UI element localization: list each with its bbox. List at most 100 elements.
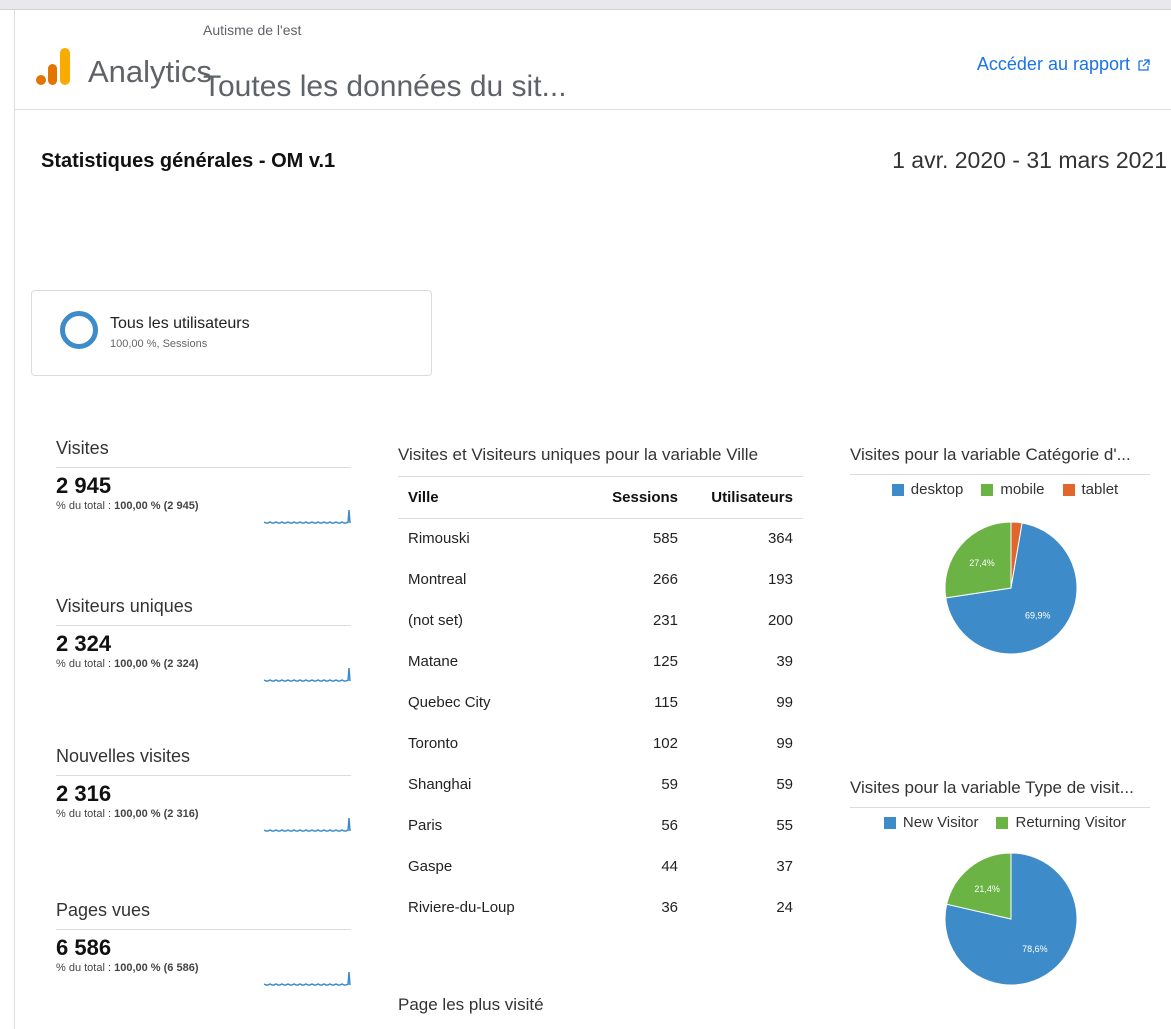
sparkline [264, 971, 351, 986]
cell-users: 99 [776, 694, 793, 711]
cell-users: 37 [776, 858, 793, 875]
metric-new-visits: Nouvelles visites 2 316 % du total : 100… [56, 746, 351, 832]
device-category-chart: Visites pour la variable Catégorie d'...… [850, 445, 1150, 674]
cell-city: Montreal [408, 571, 467, 588]
table-row: Montreal 266 193 [398, 559, 803, 600]
legend-swatch [891, 483, 904, 496]
table-row: Toronto 102 99 [398, 723, 803, 764]
cell-sessions: 44 [661, 858, 678, 875]
table-row: Paris 56 55 [398, 805, 803, 846]
report-card: Analytics Autisme de l'est Toutes les do… [14, 10, 1171, 1029]
access-report-label: Accéder au rapport [976, 54, 1130, 74]
cell-users: 39 [776, 653, 793, 670]
segment-name: Tous les utilisateurs [110, 315, 250, 332]
segment-detail: 100,00 %, Sessions [110, 338, 208, 350]
sparkline [264, 667, 351, 682]
cell-users: 99 [776, 735, 793, 752]
column-header-sessions[interactable]: Sessions [588, 477, 678, 519]
cell-users: 59 [776, 776, 793, 793]
city-table-title: Visites et Visiteurs uniques pour la var… [398, 445, 759, 464]
legend-item-mobile[interactable]: mobile [981, 481, 1045, 498]
cell-city: Gaspe [408, 858, 453, 875]
metric-title: Pages vues [56, 900, 351, 930]
metric-title: Visites [56, 438, 351, 468]
visitor-type-chart: Visites pour la variable Type de visit..… [850, 778, 1150, 1016]
sparkline-path [264, 667, 351, 682]
cell-city: Matane [408, 653, 459, 670]
pie-chart: 69,9% 27,4% [944, 521, 1078, 655]
cell-users: 200 [767, 612, 793, 629]
cell-sessions: 102 [652, 735, 678, 752]
cell-sessions: 231 [652, 612, 678, 629]
pie-data-label: 21,4% [974, 884, 1000, 894]
pie-data-label: 78,6% [1022, 944, 1048, 954]
segment-card[interactable]: Tous les utilisateurs 100,00 %, Sessions [31, 290, 432, 376]
cell-sessions: 59 [661, 776, 678, 793]
metric-unique-visitors: Visiteurs uniques 2 324 % du total : 100… [56, 596, 351, 682]
table-row: Matane 125 39 [398, 641, 803, 682]
table-row: Riviere-du-Loup 36 24 [398, 887, 803, 928]
sparkline [264, 817, 351, 832]
report-header: Analytics Autisme de l'est Toutes les do… [15, 10, 1171, 110]
cell-sessions: 266 [652, 571, 678, 588]
cell-city: Toronto [408, 735, 459, 752]
table-row: (not set) 231 200 [398, 600, 803, 641]
pie-chart: 78,6% 21,4% [944, 852, 1078, 986]
external-link-icon [1138, 58, 1150, 71]
column-header-city[interactable]: Ville [398, 477, 588, 519]
sparkline-path [264, 509, 351, 524]
legend-swatch [1062, 483, 1075, 496]
app-name: Analytics [88, 54, 213, 89]
account-name: Autisme de l'est [203, 22, 302, 38]
metric-value: 2 316 [56, 781, 112, 806]
cell-sessions: 36 [661, 899, 678, 916]
legend-item-returning-visitor[interactable]: Returning Visitor [996, 814, 1126, 831]
property-name: Toutes les données du sit... [203, 70, 567, 103]
report-title: Statistiques générales - OM v.1 [41, 150, 336, 172]
browser-top-strip [0, 0, 1171, 10]
metric-value: 2 324 [56, 631, 112, 656]
cell-users: 193 [767, 571, 793, 588]
cell-city: Rimouski [408, 530, 470, 548]
legend-swatch [996, 816, 1009, 829]
legend-item-new-visitor[interactable]: New Visitor [883, 814, 978, 831]
cell-sessions: 125 [652, 653, 678, 670]
table-header-row: Ville Sessions Utilisateurs [398, 477, 803, 519]
cell-sessions: 115 [654, 694, 678, 711]
metric-value: 6 586 [56, 935, 112, 960]
pie-data-label: 27,4% [969, 558, 995, 568]
cell-users: 55 [776, 817, 793, 834]
table-row: Rimouski 585 364 [398, 518, 803, 559]
table-row: Quebec City 115 99 [398, 682, 803, 723]
chart-legend: New Visitor Returning Visitor [850, 814, 1150, 831]
column-header-users[interactable]: Utilisateurs [678, 477, 803, 519]
legend-item-desktop[interactable]: desktop [891, 481, 963, 498]
chart-title: Visites pour la variable Type de visit..… [850, 778, 1150, 808]
cell-city: Riviere-du-Loup [408, 899, 515, 916]
legend-item-tablet[interactable]: tablet [1062, 481, 1118, 498]
chart-title: Visites pour la variable Catégorie d'... [850, 445, 1150, 475]
table-row: Gaspe 44 37 [398, 846, 803, 887]
cell-users: 24 [776, 899, 793, 916]
cell-city: Paris [408, 817, 443, 834]
date-range[interactable]: 1 avr. 2020 - 31 mars 2021 [892, 147, 1167, 174]
metric-visits: Visites 2 945 % du total : 100,00 % (2 9… [56, 438, 351, 524]
segment-ring-icon [60, 311, 98, 349]
cell-sessions: 56 [661, 817, 678, 834]
metric-value: 2 945 [56, 473, 112, 498]
sparkline-path [264, 817, 351, 832]
access-report-link[interactable]: Accéder au rapport [977, 54, 1150, 75]
legend-swatch [883, 816, 896, 829]
table-row: Shanghai 59 59 [398, 764, 803, 805]
metric-title: Visiteurs uniques [56, 596, 351, 626]
analytics-logo-icon [36, 48, 70, 85]
cell-city: (not set) [408, 612, 464, 629]
most-visited-title: Page les plus visité [398, 995, 544, 1014]
metric-title: Nouvelles visites [56, 746, 351, 776]
cell-city: Quebec City [408, 694, 491, 711]
sparkline [264, 509, 351, 524]
cell-sessions: 585 [652, 530, 678, 548]
sparkline-path [264, 971, 351, 986]
pie-data-label: 69,9% [1025, 610, 1051, 620]
legend-swatch [981, 483, 994, 496]
